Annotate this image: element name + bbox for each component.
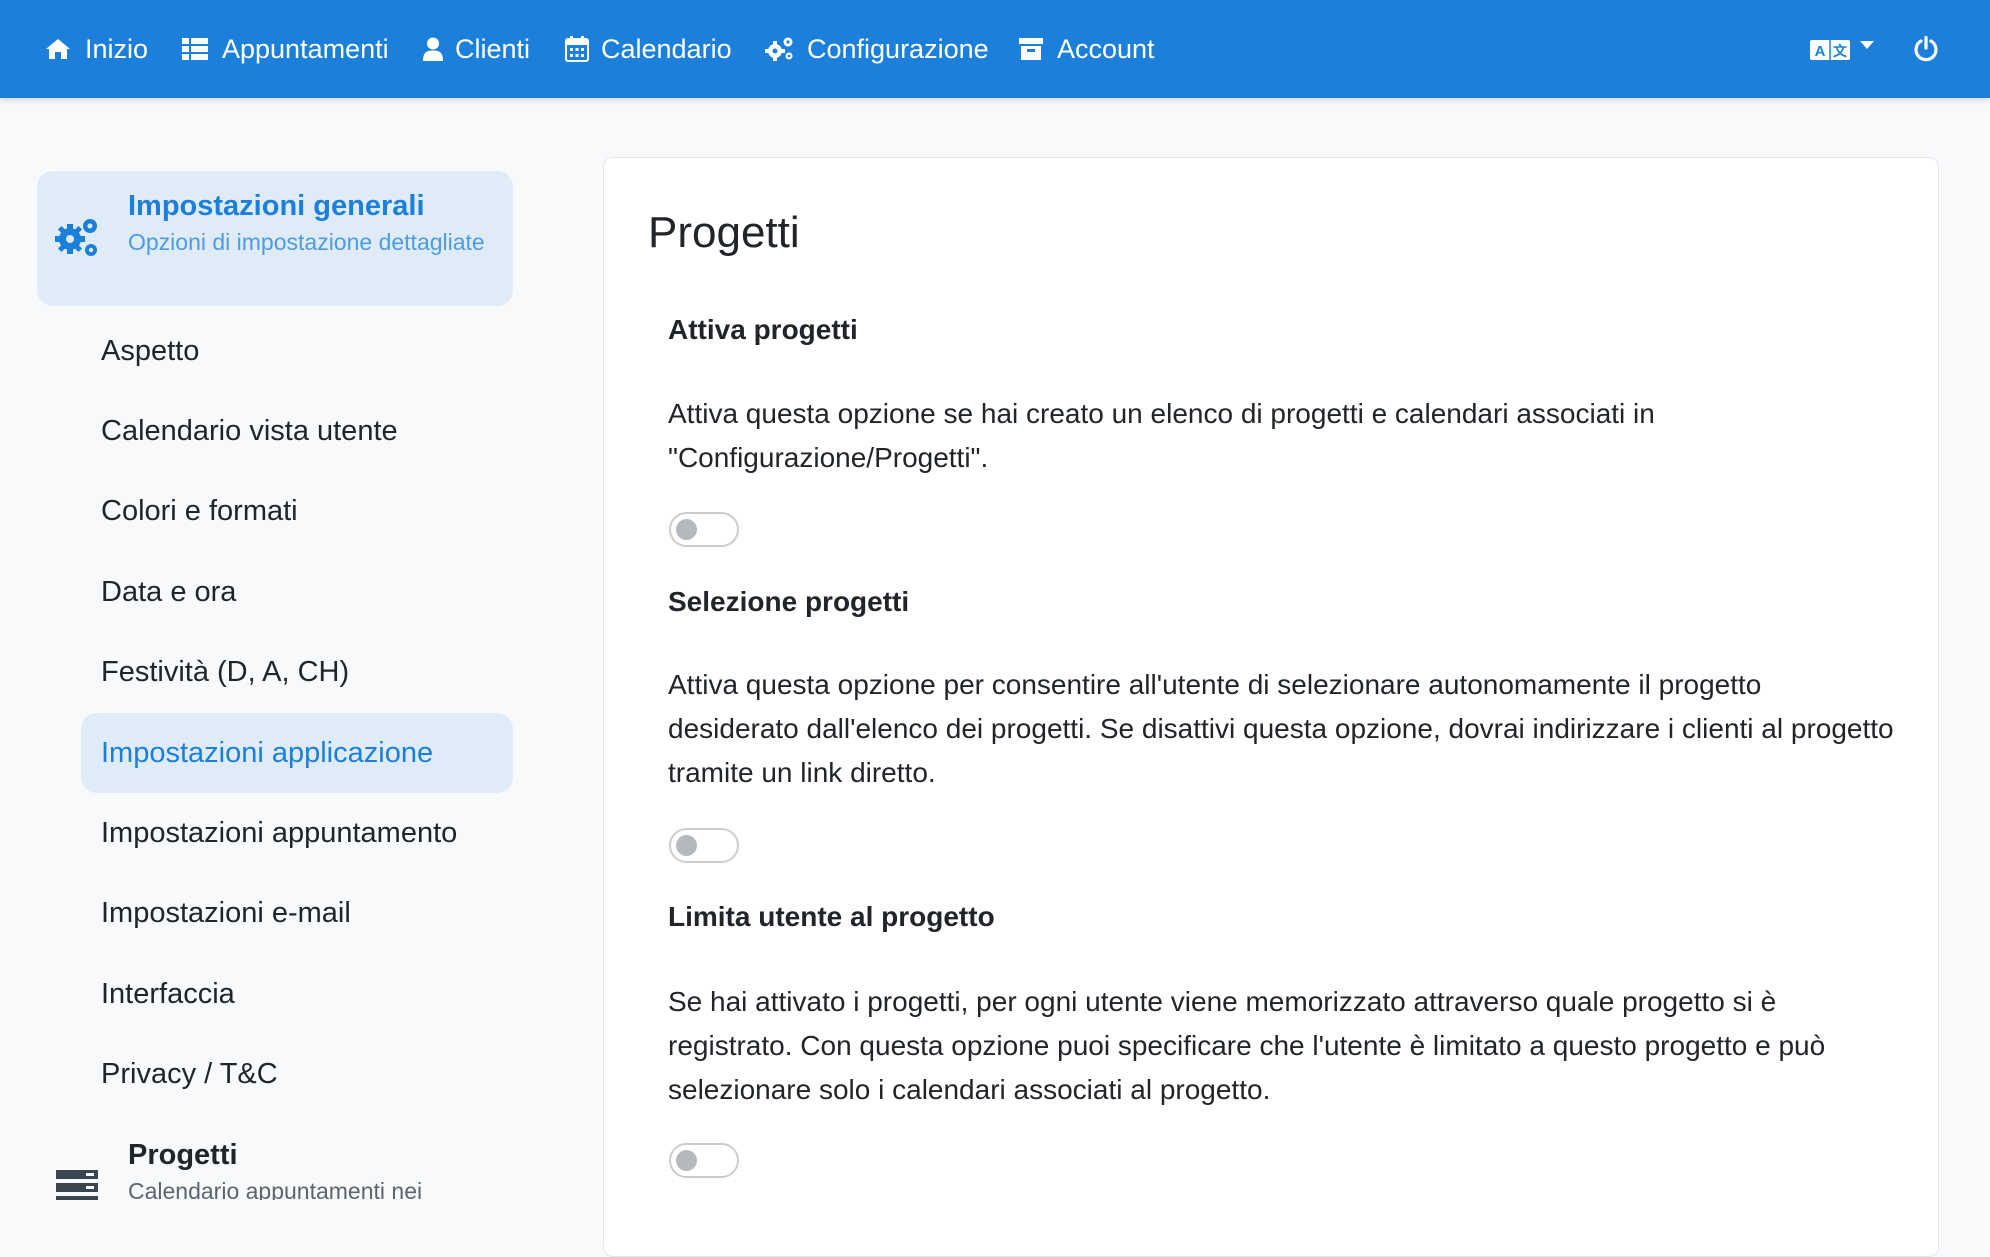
nav-item-clienti[interactable]: Clienti bbox=[423, 0, 530, 98]
sidebar-item-interfaccia[interactable]: Interfaccia bbox=[81, 954, 513, 1034]
nav-item-configurazione[interactable]: Configurazione bbox=[765, 0, 989, 98]
translate-icon: A 文 bbox=[1810, 40, 1850, 60]
nav-label-clienti: Clienti bbox=[455, 33, 531, 64]
gears-icon bbox=[55, 219, 97, 256]
sidebar-group-general-settings[interactable]: Impostazioni generali Opzioni di imposta… bbox=[37, 171, 513, 306]
option-title-limita-utente: Limita utente al progetto bbox=[668, 901, 995, 932]
nav-item-appuntamenti[interactable]: Appuntamenti bbox=[182, 0, 389, 98]
sidebar-item-impostazioni-applicazione[interactable]: Impostazioni applicazione bbox=[81, 713, 513, 793]
home-icon bbox=[46, 39, 70, 59]
sidebar-item-aspetto[interactable]: Aspetto bbox=[81, 311, 513, 391]
page-title: Progetti bbox=[648, 208, 800, 257]
nav-label-configurazione: Configurazione bbox=[807, 33, 989, 64]
sidebar-item-data-e-ora[interactable]: Data e ora bbox=[81, 552, 513, 632]
top-navbar: Inizio Appuntamenti Clienti Calendario C… bbox=[0, 0, 1990, 98]
toggle-attiva-progetti[interactable] bbox=[669, 512, 739, 547]
sidebar-group-progetti[interactable]: Progetti Calendario appuntamenti nei bbox=[37, 1120, 513, 1200]
gears-icon bbox=[765, 37, 793, 61]
sidebar-item-festivita[interactable]: Festività (D, A, CH) bbox=[81, 632, 513, 712]
option-title-attiva-progetti: Attiva progetti bbox=[668, 314, 858, 345]
list-icon bbox=[182, 38, 208, 60]
sidebar-group-title: Progetti bbox=[128, 1139, 238, 1171]
svg-text:文: 文 bbox=[1833, 43, 1848, 60]
svg-text:A: A bbox=[1815, 43, 1826, 60]
sidebar-item-label: Interfaccia bbox=[101, 977, 235, 1010]
sidebar-item-label: Impostazioni e-mail bbox=[101, 896, 351, 929]
settings-card: Progetti Attiva progetti Attiva questa o… bbox=[603, 157, 1939, 1257]
logout-button[interactable] bbox=[1913, 0, 1939, 98]
toggle-knob bbox=[676, 835, 697, 856]
option-description-attiva-progetti: Attiva questa opzione se hai creato un e… bbox=[668, 398, 1655, 473]
sidebar-item-colori-e-formati[interactable]: Colori e formati bbox=[81, 471, 513, 551]
caret-down-icon bbox=[1860, 41, 1874, 49]
sidebar-item-label: Impostazioni applicazione bbox=[101, 736, 434, 769]
power-icon bbox=[1914, 36, 1938, 62]
nav-item-calendario[interactable]: Calendario bbox=[565, 0, 732, 98]
sidebar-group-subtitle: Opzioni di impostazione dettagliate bbox=[128, 229, 485, 255]
sidebar-item-label: Aspetto bbox=[101, 334, 200, 367]
sidebar-item-calendario-vista-utente[interactable]: Calendario vista utente bbox=[81, 391, 513, 471]
sidebar-item-privacy[interactable]: Privacy / T&C bbox=[81, 1034, 513, 1114]
archive-icon bbox=[1019, 38, 1043, 60]
sidebar-item-label: Calendario vista utente bbox=[101, 414, 398, 447]
nav-label-calendario: Calendario bbox=[601, 33, 732, 64]
language-dropdown[interactable]: A 文 bbox=[1810, 0, 1874, 98]
sidebar-item-label: Privacy / T&C bbox=[101, 1057, 278, 1090]
toggle-selezione-progetti[interactable] bbox=[669, 828, 739, 863]
sidebar-group-title: Impostazioni generali bbox=[128, 190, 425, 222]
sidebar-item-label: Colori e formati bbox=[101, 494, 298, 527]
sidebar-item-label: Festività (D, A, CH) bbox=[101, 655, 350, 688]
toggle-knob bbox=[676, 1150, 697, 1171]
sidebar-item-label: Data e ora bbox=[101, 575, 237, 608]
nav-label-appuntamenti: Appuntamenti bbox=[222, 33, 389, 64]
nav-label-inizio: Inizio bbox=[85, 33, 149, 64]
sidebar-item-impostazioni-email[interactable]: Impostazioni e-mail bbox=[81, 873, 513, 953]
sidebar-group-subtitle: Calendario appuntamenti nei bbox=[128, 1178, 423, 1200]
nav-item-account[interactable]: Account bbox=[1019, 0, 1155, 98]
option-description-limita-utente: Se hai attivato i progetti, per ogni ute… bbox=[668, 986, 1826, 1105]
sidebar-item-impostazioni-appuntamento[interactable]: Impostazioni appuntamento bbox=[81, 793, 513, 873]
nav-label-account: Account bbox=[1057, 33, 1155, 64]
nav-item-inizio[interactable]: Inizio bbox=[45, 0, 148, 98]
toggle-limita-utente[interactable] bbox=[669, 1143, 739, 1178]
calendar-icon bbox=[565, 36, 589, 62]
toggle-knob bbox=[676, 519, 697, 540]
user-icon bbox=[423, 37, 443, 61]
sidebar-item-label: Impostazioni appuntamento bbox=[101, 816, 458, 849]
server-icon bbox=[56, 1170, 98, 1200]
option-description-selezione-progetti: Attiva questa opzione per consentire all… bbox=[668, 669, 1894, 788]
option-title-selezione-progetti: Selezione progetti bbox=[668, 586, 910, 617]
